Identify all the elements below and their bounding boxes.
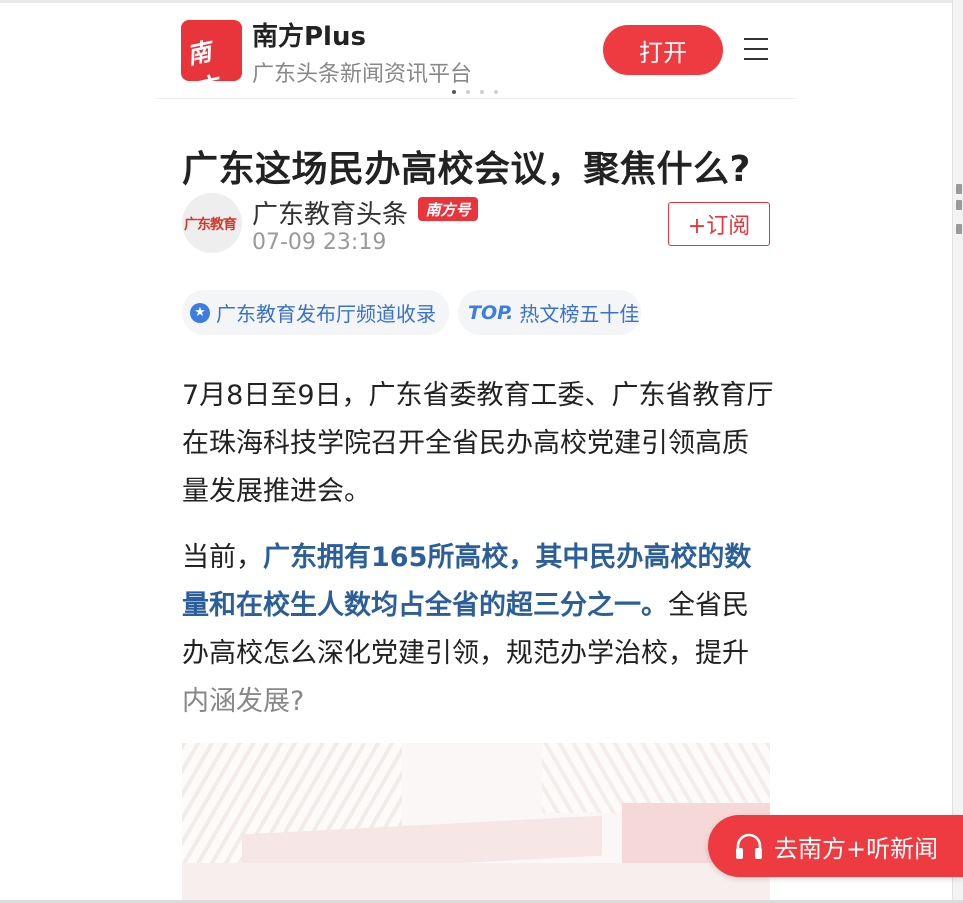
carousel-dot xyxy=(494,90,498,94)
tag-channel-collection[interactable]: ★ 广东教育发布厅频道收录 xyxy=(182,290,449,335)
photo-floor xyxy=(182,863,770,903)
tag-label: 热文榜五十佳 xyxy=(519,302,640,326)
tag-label: 广东教育发布厅频道收录 xyxy=(216,302,436,326)
subscribe-button[interactable]: +订阅 xyxy=(668,202,770,246)
carousel-dot xyxy=(480,90,484,94)
avatar-text: 广东教育 xyxy=(184,217,237,233)
highlighted-text: 广东拥有165所高校，其中民办高校的数量和在校生人数均占全省的超三分之一。 xyxy=(182,542,752,621)
carousel-dots xyxy=(452,90,502,96)
article-photo xyxy=(182,743,770,903)
headphone-icon xyxy=(736,833,762,859)
hamburger-menu-icon[interactable] xyxy=(744,38,770,60)
faded-text: 内涵发展? xyxy=(182,686,305,717)
star-icon: ★ xyxy=(190,302,210,323)
author-avatar[interactable]: 广东教育 xyxy=(182,193,242,253)
app-subtitle: 广东头条新闻资讯平台 xyxy=(252,62,473,87)
open-app-button[interactable]: 打开 xyxy=(603,25,723,75)
window-scrollbar[interactable] xyxy=(952,0,963,903)
scrollbar-fragment xyxy=(956,224,962,234)
scrollbar-fragment xyxy=(956,200,962,210)
app-header: 南方+ 南方Plus 广东头条新闻资讯平台 打开 xyxy=(156,8,796,99)
carousel-dot xyxy=(466,90,470,94)
logo-glyph: 南方+ xyxy=(184,36,221,81)
app-logo: 南方+ xyxy=(181,20,242,81)
app-name: 南方Plus xyxy=(252,22,366,52)
carousel-dot-active xyxy=(452,90,456,94)
listen-label: 去南方+听新闻 xyxy=(774,834,939,863)
tag-hot-list[interactable]: TOP. 热文榜五十佳 xyxy=(458,290,641,335)
paragraph-lead: 当前， xyxy=(182,542,263,573)
author-name[interactable]: 广东教育头条 xyxy=(252,194,408,231)
scrollbar-fragment xyxy=(956,184,962,194)
article-paragraph: 7月8日至9日，广东省委教育工委、广东省教育厅在珠海科技学院召开全省民办高校党建… xyxy=(182,380,774,507)
article-title: 广东这场民办高校会议，聚焦什么? xyxy=(182,149,751,190)
listen-news-button[interactable]: 去南方+听新闻 xyxy=(708,815,963,877)
browser-top-edge xyxy=(0,0,963,3)
nanfang-account-badge: 南方号 xyxy=(418,197,478,221)
article-paragraph: 当前，广东拥有165所高校，其中民办高校的数量和在校生人数均占全省的超三分之一。… xyxy=(182,534,774,726)
top-badge-icon: TOP. xyxy=(468,301,514,324)
publish-time: 07-09 23:19 xyxy=(252,230,387,255)
